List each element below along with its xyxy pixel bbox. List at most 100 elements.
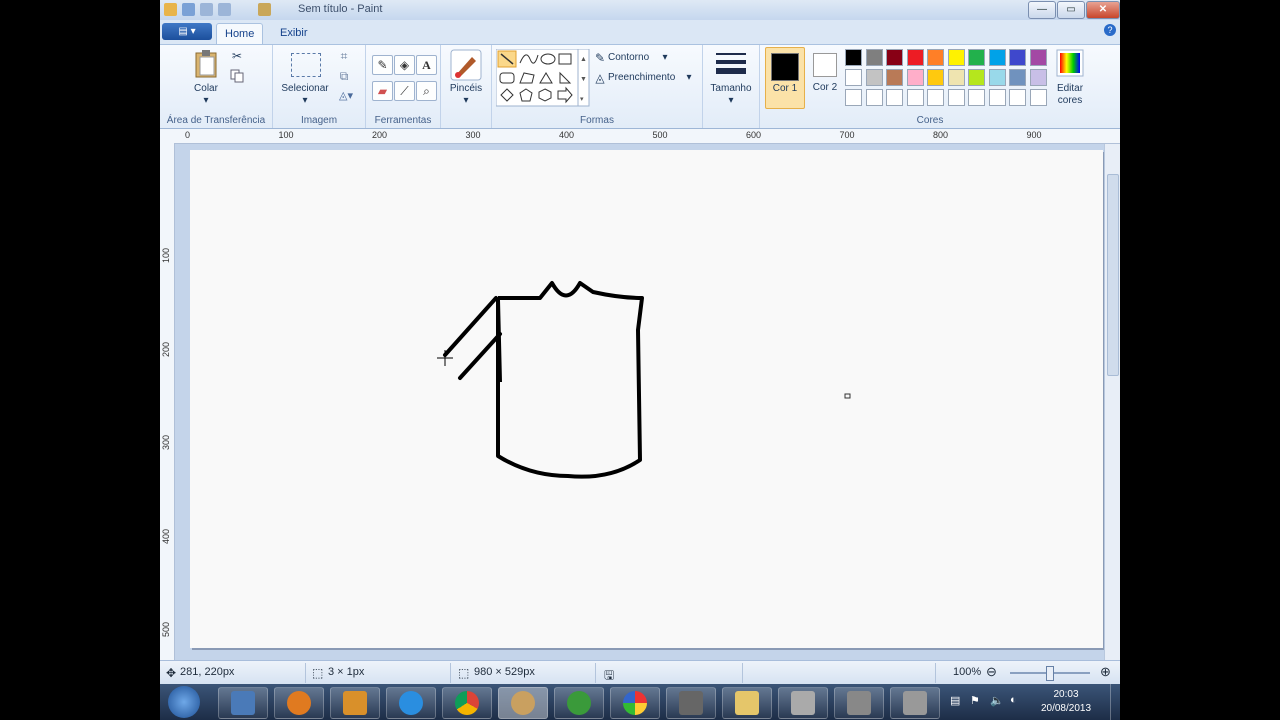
- palette-swatch[interactable]: [886, 49, 903, 66]
- taskbar-camera-icon[interactable]: [890, 687, 940, 719]
- outline-dropdown-icon[interactable]: ▾: [660, 52, 670, 63]
- palette-swatch[interactable]: [865, 49, 883, 66]
- color2-button[interactable]: Cor 2: [806, 47, 844, 107]
- edit-colors-label[interactable]: Editar cores: [1050, 83, 1090, 107]
- save-quick-icon[interactable]: [182, 3, 195, 16]
- paste-button-label[interactable]: Colar: [184, 83, 228, 94]
- copy-icon[interactable]: [230, 69, 244, 83]
- palette-swatch[interactable]: [845, 49, 862, 66]
- palette-swatch[interactable]: [947, 69, 965, 86]
- color-picker-icon[interactable]: ⟋: [394, 81, 415, 101]
- magnifier-icon[interactable]: ⌕: [416, 81, 437, 101]
- palette-swatch[interactable]: [865, 69, 883, 86]
- rotate-icon[interactable]: ◬▾: [335, 89, 357, 102]
- palette-swatch[interactable]: [1029, 49, 1047, 66]
- select-dropdown-icon[interactable]: ▾: [299, 95, 311, 106]
- taskbar-app-icon[interactable]: [666, 687, 716, 719]
- text-tool-icon[interactable]: A: [416, 55, 437, 75]
- taskbar-recorder-icon[interactable]: [834, 687, 884, 719]
- paint-app-icon[interactable]: [164, 3, 177, 16]
- taskbar-utorrent-icon[interactable]: [554, 687, 604, 719]
- taskbar-media-player-icon[interactable]: [330, 687, 380, 719]
- shapes-gallery[interactable]: ▲ ▼ ▾: [496, 49, 590, 107]
- custom-color-swatch[interactable]: [988, 89, 1006, 106]
- paste-icon[interactable]: [194, 49, 220, 79]
- palette-swatch[interactable]: [988, 49, 1006, 66]
- drawing-canvas[interactable]: [190, 150, 1103, 648]
- brushes-dropdown-icon[interactable]: ▾: [460, 95, 472, 106]
- custom-color-swatch[interactable]: [968, 89, 985, 106]
- help-icon[interactable]: ?: [1104, 24, 1116, 36]
- outline-icon[interactable]: ✎: [594, 51, 606, 65]
- show-desktop-button[interactable]: [1110, 684, 1121, 720]
- start-button-icon[interactable]: [168, 686, 200, 718]
- size-dropdown-icon[interactable]: ▾: [725, 95, 737, 106]
- pencil-icon[interactable]: ✎: [372, 55, 393, 75]
- paint-menu-button[interactable]: ▤ ▾: [162, 23, 212, 40]
- close-button[interactable]: ✕: [1086, 1, 1120, 19]
- brushes-icon[interactable]: [450, 49, 482, 81]
- palette-swatch[interactable]: [906, 49, 924, 66]
- redo-quick-icon[interactable]: [218, 3, 231, 16]
- palette-swatch[interactable]: [886, 69, 903, 86]
- palette-swatch[interactable]: [927, 69, 944, 86]
- tray-sync-icon[interactable]: ◐: [1010, 694, 1017, 706]
- fill-bucket-icon[interactable]: ◈: [394, 55, 415, 75]
- size-icon[interactable]: [715, 51, 747, 77]
- size-button-label[interactable]: Tamanho: [703, 83, 759, 94]
- palette-swatch[interactable]: [1029, 69, 1047, 86]
- custom-color-swatch[interactable]: [947, 89, 965, 106]
- tab-home[interactable]: Home: [216, 23, 264, 44]
- brushes-button-label[interactable]: Pincéis: [441, 83, 491, 94]
- fill-button-label[interactable]: Preenchimento: [608, 72, 688, 83]
- color1-button[interactable]: Cor 1: [765, 47, 805, 109]
- taskbar-folder-icon[interactable]: [722, 687, 772, 719]
- palette-swatch[interactable]: [1009, 49, 1026, 66]
- custom-color-swatch[interactable]: [845, 89, 862, 106]
- resize-icon[interactable]: ⧉: [337, 69, 351, 84]
- fill-icon[interactable]: ◬: [594, 71, 606, 85]
- taskbar-picasa-icon[interactable]: [610, 687, 660, 719]
- select-icon[interactable]: [291, 53, 321, 77]
- minimize-button[interactable]: —: [1028, 1, 1056, 19]
- custom-color-swatch[interactable]: [886, 89, 903, 106]
- taskbar-explorer-icon[interactable]: [218, 687, 268, 719]
- custom-color-swatch[interactable]: [927, 89, 944, 106]
- outline-button-label[interactable]: Contorno: [608, 52, 688, 63]
- select-button-label[interactable]: Selecionar: [275, 83, 335, 94]
- eraser-icon[interactable]: ▰: [372, 81, 393, 101]
- maximize-button[interactable]: ▭: [1057, 1, 1085, 19]
- tray-network-icon[interactable]: ▤: [950, 694, 960, 707]
- tray-volume-icon[interactable]: 🔈: [990, 694, 1004, 707]
- vertical-scrollbar[interactable]: [1104, 144, 1120, 660]
- resize-handle[interactable]: [844, 393, 851, 399]
- palette-swatch[interactable]: [968, 69, 985, 86]
- palette-swatch[interactable]: [947, 49, 965, 66]
- customize-quick-icon[interactable]: [258, 3, 271, 16]
- cut-icon[interactable]: ✂: [230, 49, 244, 63]
- scroll-thumb[interactable]: [1107, 174, 1119, 376]
- palette-swatch[interactable]: [845, 69, 862, 86]
- palette-swatch[interactable]: [988, 69, 1006, 86]
- taskbar-chrome-icon[interactable]: [442, 687, 492, 719]
- taskbar-firefox-icon[interactable]: [274, 687, 324, 719]
- custom-color-swatch[interactable]: [865, 89, 883, 106]
- taskbar-ie-icon[interactable]: [386, 687, 436, 719]
- clock-date[interactable]: 20/08/2013: [1036, 703, 1096, 714]
- clock-time[interactable]: 20:03: [1036, 689, 1096, 700]
- paste-dropdown-icon[interactable]: ▾: [200, 95, 212, 106]
- taskbar-printer-icon[interactable]: [778, 687, 828, 719]
- edit-colors-icon[interactable]: [1056, 49, 1084, 77]
- zoom-out-icon[interactable]: ⊖: [986, 664, 997, 680]
- undo-quick-icon[interactable]: [200, 3, 213, 16]
- palette-swatch[interactable]: [1009, 69, 1026, 86]
- tab-view[interactable]: Exibir: [272, 23, 316, 43]
- tray-flag-icon[interactable]: ⚑: [970, 694, 980, 707]
- fill-dropdown-icon[interactable]: ▾: [684, 72, 694, 83]
- custom-color-swatch[interactable]: [1029, 89, 1047, 106]
- crop-icon[interactable]: ⌗: [337, 49, 351, 64]
- zoom-slider-thumb[interactable]: [1046, 666, 1054, 681]
- custom-color-swatch[interactable]: [906, 89, 924, 106]
- palette-swatch[interactable]: [927, 49, 944, 66]
- taskbar-paint-icon[interactable]: [498, 687, 548, 719]
